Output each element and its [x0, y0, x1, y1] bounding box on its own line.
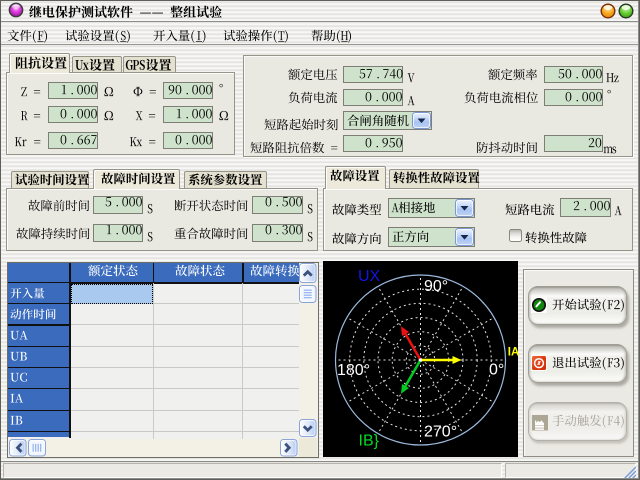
svg-text:90°: 90°: [424, 278, 448, 295]
svg-text:0°: 0°: [489, 362, 504, 379]
svg-text:270°: 270°: [424, 424, 457, 441]
svg-text:IB}: IB}: [359, 433, 380, 450]
svg-text:180°: 180°: [337, 362, 370, 379]
svg-text:IA: IA: [508, 347, 520, 359]
svg-text:UX: UX: [358, 268, 381, 285]
